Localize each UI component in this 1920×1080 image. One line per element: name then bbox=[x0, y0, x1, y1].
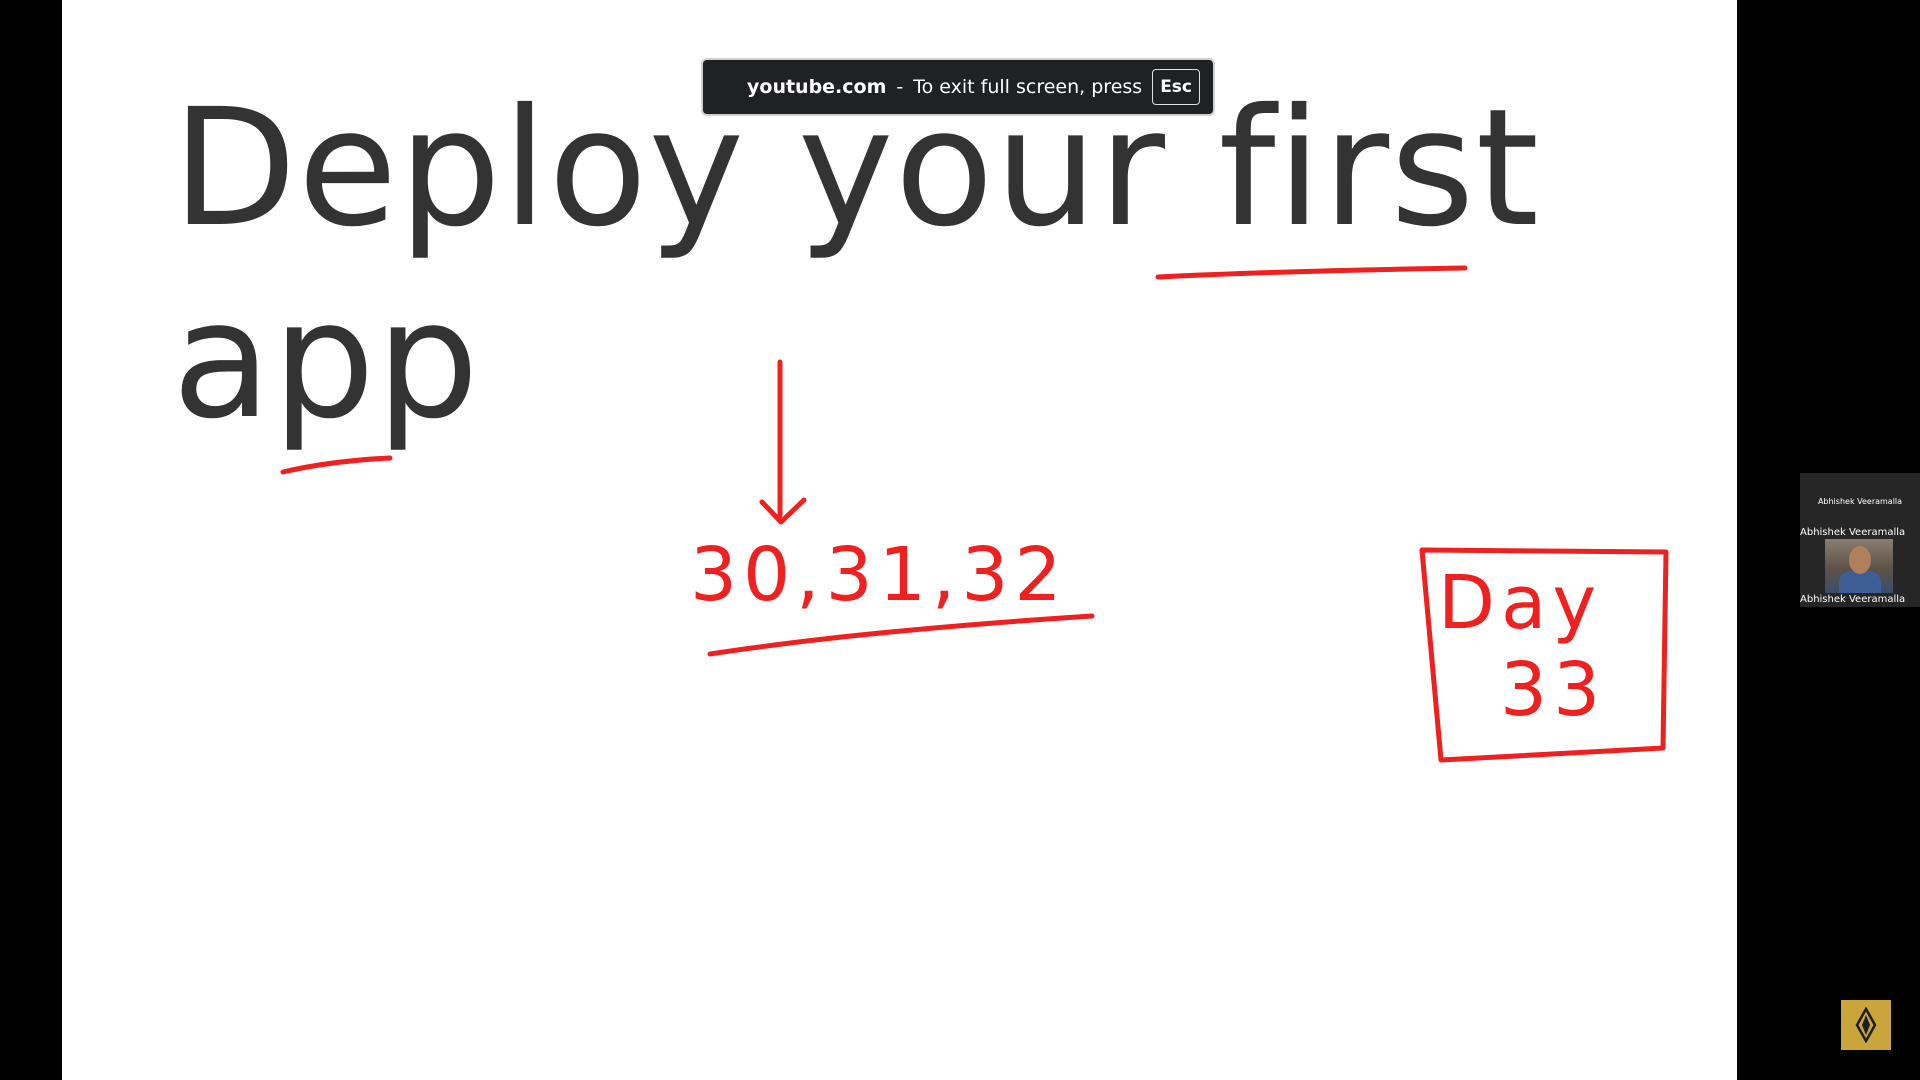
participant-video-tile[interactable]: Abhishek Veeramalla Abhishek Veeramalla … bbox=[1800, 473, 1920, 607]
corner-logo bbox=[1841, 1000, 1891, 1050]
notice-message: To exit full screen, press bbox=[913, 76, 1143, 98]
notice-separator: - bbox=[896, 76, 904, 98]
esc-key-hint: Esc bbox=[1152, 69, 1200, 105]
notice-domain: youtube.com bbox=[747, 76, 887, 98]
participant-face bbox=[1849, 546, 1871, 574]
participant-body bbox=[1839, 571, 1881, 593]
fullscreen-video-player[interactable]: Deploy your first app 30,31,32 Day 33 yo… bbox=[0, 0, 1920, 1080]
participant-webcam-feed bbox=[1825, 539, 1893, 593]
participant-bottom-name: Abhishek Veeramalla bbox=[1800, 594, 1906, 605]
participant-top-name: Abhishek Veeramalla bbox=[1817, 497, 1903, 506]
slide-title-line-2: app bbox=[172, 267, 480, 455]
diamond-logo-icon bbox=[1855, 1007, 1877, 1043]
presentation-slide: Deploy your first app bbox=[62, 0, 1737, 1080]
fullscreen-exit-notice: youtube.com - To exit full screen, press… bbox=[701, 58, 1215, 116]
participant-name: Abhishek Veeramalla bbox=[1800, 527, 1906, 538]
